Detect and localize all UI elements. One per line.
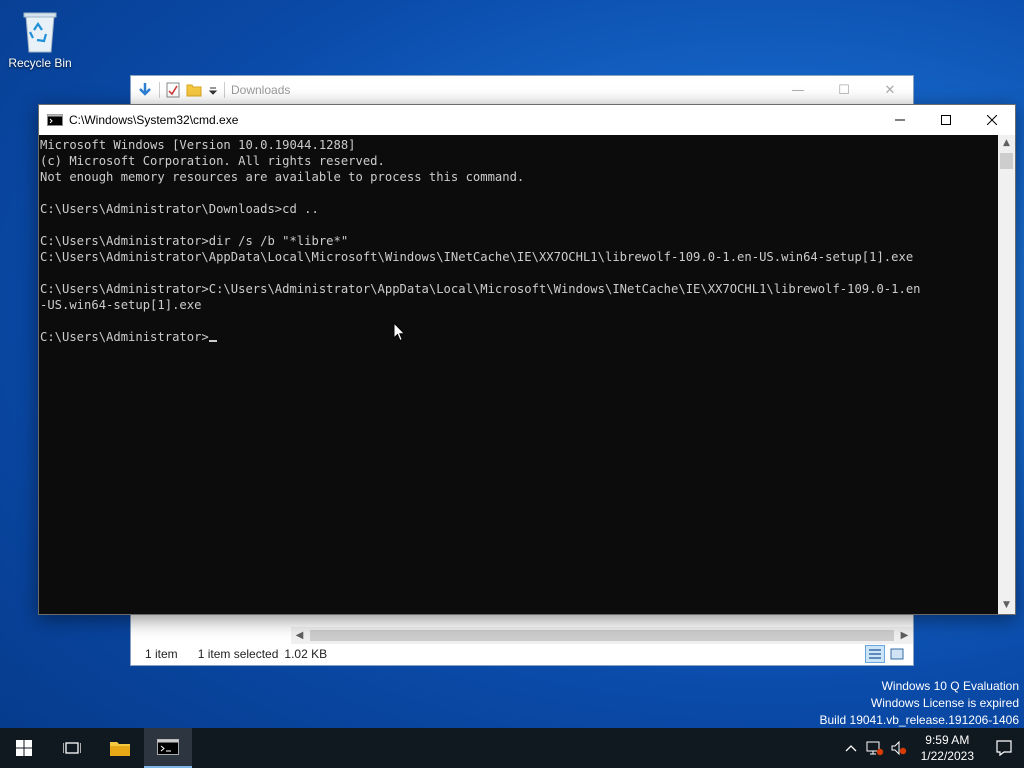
scroll-left-icon[interactable]: ◀ <box>291 630 308 641</box>
watermark-edition: Windows 10 Q Evaluation <box>881 679 1019 693</box>
notification-icon <box>996 740 1012 757</box>
scroll-right-icon[interactable]: ▶ <box>896 630 913 641</box>
explorer-status-bar: 1 item 1 item selected 1.02 KB <box>131 643 913 665</box>
windows-evaluation-watermark: Windows 10 Q Evaluation Windows License … <box>820 678 1020 729</box>
close-icon <box>987 115 997 125</box>
toolbar-separator <box>224 82 225 98</box>
recycle-bin-label: Recycle Bin <box>8 56 72 70</box>
volume-button[interactable] <box>887 740 911 756</box>
new-folder-icon[interactable] <box>186 82 202 98</box>
cmd-app-icon[interactable] <box>47 114 63 126</box>
console-output[interactable]: Microsoft Windows [Version 10.0.19044.12… <box>39 135 998 614</box>
network-button[interactable] <box>863 740 887 756</box>
vertical-scrollbar[interactable]: ▲ ▼ <box>998 135 1015 614</box>
scroll-down-icon[interactable]: ▼ <box>998 597 1015 614</box>
action-center-button[interactable] <box>984 739 1024 757</box>
status-item-count: 1 item <box>145 647 178 661</box>
scrollbar-thumb[interactable] <box>310 630 894 641</box>
windows-logo-icon <box>16 740 32 756</box>
close-button[interactable] <box>969 105 1015 135</box>
scroll-up-icon[interactable]: ▲ <box>998 135 1015 152</box>
scrollbar-thumb[interactable] <box>1000 153 1013 169</box>
properties-icon[interactable] <box>166 82 180 98</box>
task-view-button[interactable] <box>48 728 96 768</box>
taskbar-file-explorer[interactable] <box>96 728 144 768</box>
watermark-license: Windows License is expired <box>870 696 1019 710</box>
mouse-pointer-icon <box>393 322 406 342</box>
console-prompt: C:\Users\Administrator> <box>40 330 209 344</box>
cmd-title: C:\Windows\System32\cmd.exe <box>69 113 239 127</box>
start-button[interactable] <box>0 728 48 768</box>
system-tray: 9:59 AM 1/22/2023 <box>839 728 1024 768</box>
explorer-titlebar[interactable]: Downloads — ☐ ✕ <box>131 76 913 105</box>
clock-date: 1/22/2023 <box>920 749 974 763</box>
large-icons-view-button[interactable] <box>887 645 907 663</box>
network-icon <box>866 741 883 756</box>
show-hidden-icons-button[interactable] <box>839 744 863 752</box>
watermark-build: Build 19041.vb_release.191206-1406 <box>819 713 1020 727</box>
horizontal-scrollbar[interactable]: ◀ ▶ <box>291 627 913 644</box>
large-icons-view-icon <box>890 648 904 660</box>
status-selected-size: 1.02 KB <box>284 647 328 661</box>
toolbar-separator <box>159 82 160 98</box>
maximize-button[interactable]: ☐ <box>821 76 867 105</box>
view-toggle <box>865 645 907 663</box>
clock[interactable]: 9:59 AM 1/22/2023 <box>911 732 984 764</box>
volume-muted-icon <box>891 740 906 756</box>
command-prompt-window[interactable]: C:\Windows\System32\cmd.exe Microsoft Wi… <box>38 104 1016 615</box>
status-selected-count: 1 item selected <box>197 647 279 661</box>
minimize-button[interactable]: — <box>775 76 821 105</box>
cmd-window-controls <box>877 105 1015 135</box>
customize-toolbar-dropdown-icon[interactable] <box>208 82 218 98</box>
maximize-icon <box>941 115 951 125</box>
console-text: Microsoft Windows [Version 10.0.19044.12… <box>40 138 921 312</box>
text-cursor <box>208 340 217 342</box>
folder-icon <box>110 742 130 756</box>
minimize-icon <box>895 119 905 121</box>
minimize-button[interactable] <box>877 105 923 135</box>
recycle-bin-icon <box>23 12 57 53</box>
details-view-icon <box>869 649 881 659</box>
cmd-app-icon <box>157 739 179 755</box>
download-arrow-icon[interactable] <box>137 82 153 98</box>
chevron-up-icon <box>845 745 857 752</box>
cmd-titlebar[interactable]: C:\Windows\System32\cmd.exe <box>39 105 1015 135</box>
quick-access-toolbar <box>131 82 225 98</box>
explorer-title: Downloads <box>231 83 291 97</box>
explorer-window-controls: — ☐ ✕ <box>775 76 913 105</box>
clock-time: 9:59 AM <box>925 733 970 747</box>
taskbar-command-prompt[interactable] <box>144 728 192 768</box>
recycle-bin-desktop-icon[interactable]: Recycle Bin <box>4 8 76 78</box>
taskbar: 9:59 AM 1/22/2023 <box>0 728 1024 768</box>
close-button[interactable]: ✕ <box>867 76 913 105</box>
details-view-button[interactable] <box>865 645 885 663</box>
maximize-button[interactable] <box>923 105 969 135</box>
task-view-icon <box>63 742 81 754</box>
